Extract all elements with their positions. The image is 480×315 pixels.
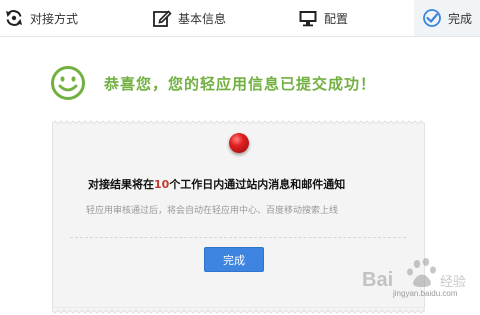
step-navigation: 对接方式 基本信息 配置 完成: [0, 0, 480, 37]
svg-text:Bai: Bai: [362, 269, 393, 291]
success-message: 恭喜您，您的轻应用信息已提交成功！: [104, 74, 377, 93]
step-label: 基本信息: [178, 11, 227, 26]
sync-icon: [6, 10, 22, 26]
step-config[interactable]: 配置: [298, 0, 348, 36]
watermark-domain: jingyan.baidu.com: [393, 289, 458, 298]
step-label: 配置: [324, 11, 349, 26]
step-label: 对接方式: [30, 11, 79, 26]
step-basic-info[interactable]: 基本信息: [152, 0, 226, 36]
baidu-jingyan-watermark: Bai 经验: [362, 258, 466, 291]
svg-text:经验: 经验: [440, 274, 466, 290]
pushpin-icon: [229, 133, 249, 153]
monitor-icon: [299, 11, 317, 27]
review-notice: 对接结果将在10个工作日内通过站内消息和邮件通知: [88, 176, 388, 192]
divider: [70, 237, 406, 238]
notice-text-before: 对接结果将在: [88, 178, 154, 191]
step-docking-method[interactable]: 对接方式: [4, 0, 78, 36]
success-headline: 恭喜您，您的轻应用信息已提交成功！: [50, 64, 376, 102]
complete-button[interactable]: 完成: [204, 247, 264, 272]
step-label: 完成: [448, 11, 473, 26]
notice-days: 10: [154, 178, 170, 191]
review-subnotice: 轻应用审核通过后，将会自动在轻应用中心、百度移动搜索上线: [86, 206, 339, 216]
notice-text-after: 个工作日内通过站内消息和邮件通知: [169, 178, 346, 191]
check-circle-icon: [423, 9, 441, 27]
step-complete[interactable]: 完成: [414, 0, 480, 36]
edit-icon: [153, 10, 172, 27]
smiley-icon: [51, 66, 85, 100]
